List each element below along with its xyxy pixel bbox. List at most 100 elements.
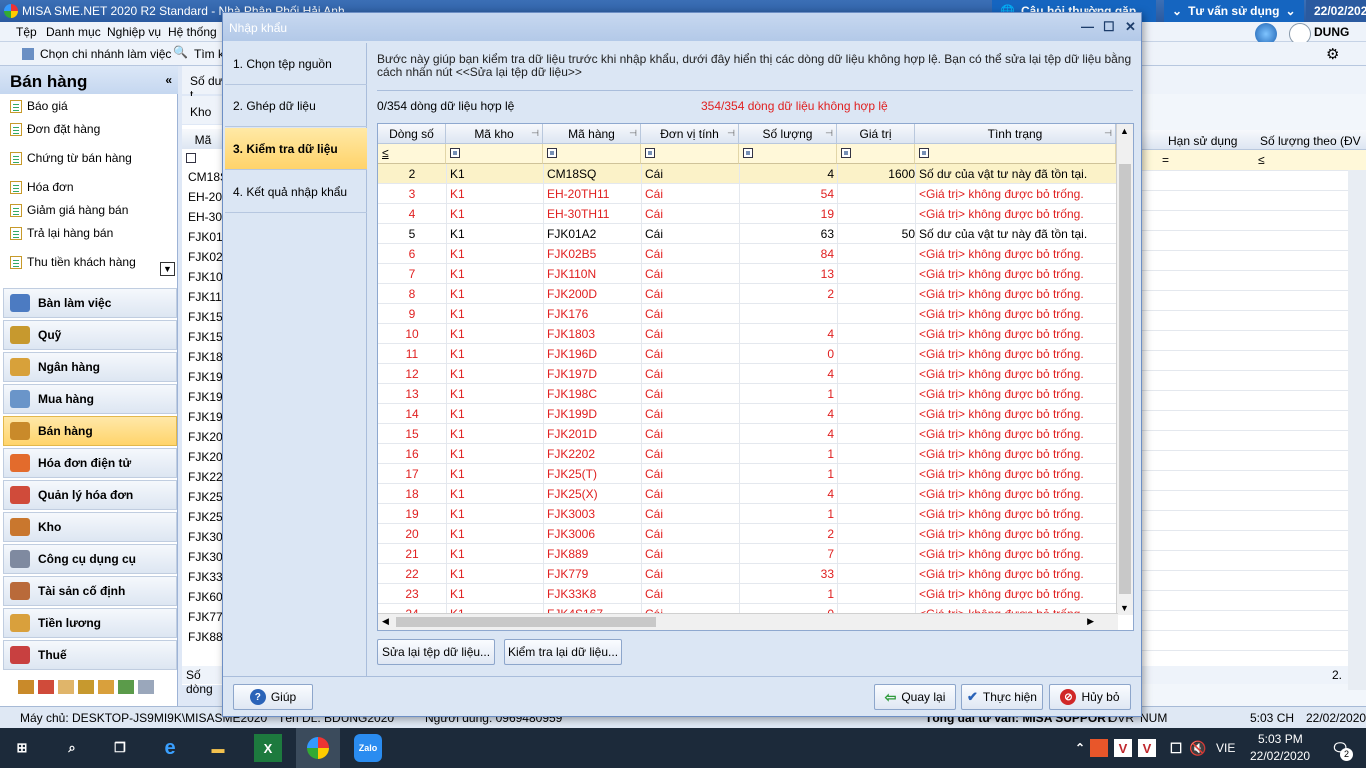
module-tien-luong[interactable]: Tiền lương [3, 608, 177, 638]
filter-eq[interactable]: = [1162, 153, 1169, 167]
filter-icon[interactable] [919, 148, 929, 158]
scroll-down-icon[interactable]: ▼ [160, 262, 175, 276]
grid-vertical-scrollbar[interactable]: ▲ ▼ [1116, 124, 1133, 615]
table-row[interactable]: 6 K1 FJK02B5 Cái 84 <Giá trị> không được bỏ t… [378, 244, 1116, 264]
filter-icon[interactable] [645, 148, 655, 158]
bg-list-item[interactable]: FJK889 [188, 630, 224, 644]
clock-date[interactable]: 22/02/2020 [1250, 749, 1310, 763]
table-row[interactable]: 20 K1 FJK3006 Cái 2 <Giá trị> không được bỏ t… [378, 524, 1116, 544]
bg-list-item[interactable]: FJK779 [188, 610, 224, 624]
shield-icon[interactable] [1090, 739, 1108, 757]
module-ban-lam-viec[interactable]: Bàn làm việc [3, 288, 177, 318]
step-import-result[interactable]: 4. Kết quả nhập khẩu [225, 171, 367, 213]
shortcut-icon[interactable] [18, 680, 34, 694]
edit-file-button[interactable]: Sửa lại tệp dữ liệu... [377, 639, 495, 665]
nav-item-hoa-don[interactable]: Hóa đơn [10, 180, 74, 194]
menu-operations[interactable]: Nghiệp vụ [107, 25, 161, 39]
step-choose-source[interactable]: 1. Chọn tệp nguồn [225, 43, 367, 85]
bg-list-item[interactable]: FJK180 [188, 350, 224, 364]
module-ban-hang[interactable]: Bán hàng [3, 416, 177, 446]
nav-item-bao-gia[interactable]: Báo giá [10, 99, 68, 113]
bg-right-scrollbar[interactable] [1348, 170, 1366, 690]
windows-start-icon[interactable]: ⊞ [8, 734, 36, 762]
filter-operator[interactable]: ≤ [382, 146, 389, 160]
scroll-right-icon[interactable]: ▶ [1087, 616, 1094, 627]
scroll-left-icon[interactable]: ◀ [382, 616, 389, 627]
pin-icon[interactable]: ⊣ [629, 128, 637, 139]
table-row[interactable]: 5 K1 FJK01A2 Cái 63 50 Số dư của vật tư này đã… [378, 224, 1116, 244]
task-view-icon[interactable]: ❐ [106, 734, 134, 762]
table-row[interactable]: 14 K1 FJK199D Cái 4 <Giá trị> không được bỏ t… [378, 404, 1116, 424]
table-row[interactable]: 15 K1 FJK201D Cái 4 <Giá trị> không được bỏ t… [378, 424, 1116, 444]
table-row[interactable]: 18 K1 FJK25(X) Cái 4 <Giá trị> không được bỏ … [378, 484, 1116, 504]
bg-list-item[interactable]: FJK200 [188, 430, 224, 444]
support-button[interactable]: ⌄ Tư vấn sử dụng ⌄ [1164, 0, 1304, 22]
bg-list-item[interactable]: FJK60A [188, 590, 224, 604]
module-thue[interactable]: Thuế [3, 640, 177, 670]
step-map-data[interactable]: 2. Ghép dữ liệu [225, 85, 367, 127]
bg-list-item[interactable]: FJK201 [188, 450, 224, 464]
filter-icon[interactable] [841, 148, 851, 158]
table-row[interactable]: 7 K1 FJK110N Cái 13 <Giá trị> không được bỏ t… [378, 264, 1116, 284]
col-header-unit[interactable]: Đơn vị tính ⊣ [641, 124, 739, 144]
clock-time[interactable]: 5:03 PM [1258, 732, 1303, 746]
cancel-button[interactable]: ⊘ Hủy bỏ [1049, 684, 1131, 710]
scroll-thumb[interactable] [396, 617, 656, 627]
bg-list-item[interactable]: FJK15( [188, 330, 224, 344]
pin-icon[interactable]: ⊣ [825, 128, 833, 139]
menu-file[interactable]: Tệp [16, 25, 37, 39]
collapse-icon[interactable]: « [165, 73, 172, 87]
table-row[interactable]: 21 K1 FJK889 Cái 7 <Giá trị> không được bỏ tr… [378, 544, 1116, 564]
col-header-status[interactable]: Tình trạng ⊣ [915, 124, 1116, 144]
bg-list-item[interactable]: FJK10S [188, 270, 224, 284]
bg-list-item[interactable]: FJK199 [188, 410, 224, 424]
shortcut-icon[interactable] [58, 680, 74, 694]
pin-icon[interactable]: ⊣ [531, 128, 539, 139]
scroll-up-icon[interactable]: ▲ [1120, 126, 1129, 136]
nav-item-don-dat-hang[interactable]: Đơn đặt hàng [10, 122, 100, 136]
scroll-down-icon[interactable]: ▼ [1120, 603, 1129, 613]
bg-list-item[interactable]: EH-30T [188, 210, 224, 224]
col-header-line[interactable]: Dòng số [378, 124, 446, 144]
bg-list-item[interactable]: FJK33K [188, 570, 224, 584]
volume-muted-icon[interactable]: 🔇 [1184, 734, 1212, 762]
filter-unit[interactable] [641, 144, 739, 164]
nav-item-tra-lai[interactable]: Trả lại hàng bán [10, 226, 113, 240]
table-row[interactable]: 9 K1 FJK176 Cái <Giá trị> không được bỏ trốn… [378, 304, 1116, 324]
table-row[interactable]: 19 K1 FJK3003 Cái 1 <Giá trị> không được bỏ t… [378, 504, 1116, 524]
table-row[interactable]: 23 K1 FJK33K8 Cái 1 <Giá trị> không được bỏ t… [378, 584, 1116, 604]
table-row[interactable]: 8 K1 FJK200D Cái 2 <Giá trị> không được bỏ tr… [378, 284, 1116, 304]
table-row[interactable]: 2 K1 CM18SQ Cái 4 1600 Số dư của vật tư này đã… [378, 164, 1116, 184]
shortcut-icon[interactable] [98, 680, 114, 694]
shortcut-icon[interactable] [38, 680, 54, 694]
module-tai-san-co-dinh[interactable]: Tài sản cố định [3, 576, 177, 606]
misa-taskbar-icon[interactable] [296, 728, 340, 768]
shortcut-icon[interactable] [118, 680, 134, 694]
nav-item-thu-tien[interactable]: Thu tiền khách hàng [10, 255, 136, 269]
language-indicator[interactable]: VIE [1216, 741, 1235, 755]
filter-quantity[interactable] [739, 144, 837, 164]
table-row[interactable]: 13 K1 FJK198C Cái 1 <Giá trị> không được bỏ t… [378, 384, 1116, 404]
filter-icon[interactable] [186, 153, 196, 163]
search-icon[interactable]: ⌕ [58, 734, 86, 762]
nav-item-giam-gia[interactable]: Giảm giá hàng bán [10, 203, 128, 217]
table-row[interactable]: 12 K1 FJK197D Cái 4 <Giá trị> không được bỏ t… [378, 364, 1116, 384]
filter-item[interactable] [543, 144, 641, 164]
back-button[interactable]: ⇦ Quay lại [874, 684, 956, 710]
unikey-icon[interactable]: V [1138, 739, 1156, 757]
search-label[interactable]: Tìm k [194, 47, 224, 61]
nav-item-chung-tu-ban-hang[interactable]: Chứng từ bán hàng [10, 151, 132, 165]
edge-icon[interactable]: e [156, 734, 184, 762]
step-check-data[interactable]: 3. Kiểm tra dữ liệu [225, 128, 367, 170]
shortcut-icon[interactable] [138, 680, 154, 694]
table-row[interactable]: 22 K1 FJK779 Cái 33 <Giá trị> không được bỏ t… [378, 564, 1116, 584]
menu-catalog[interactable]: Danh mục [46, 25, 101, 39]
filter-le[interactable]: ≤ [1258, 153, 1265, 167]
filter-line[interactable]: ≤ [378, 144, 446, 164]
module-hoa-don-dien-tu[interactable]: Hóa đơn điện tử [3, 448, 177, 478]
vietkey-icon[interactable]: V [1114, 739, 1132, 757]
zalo-icon[interactable]: Zalo [354, 734, 382, 762]
excel-icon[interactable]: X [254, 734, 282, 762]
bg-list-item[interactable]: FJK01A [188, 230, 224, 244]
pin-icon[interactable]: ⊣ [727, 128, 735, 139]
